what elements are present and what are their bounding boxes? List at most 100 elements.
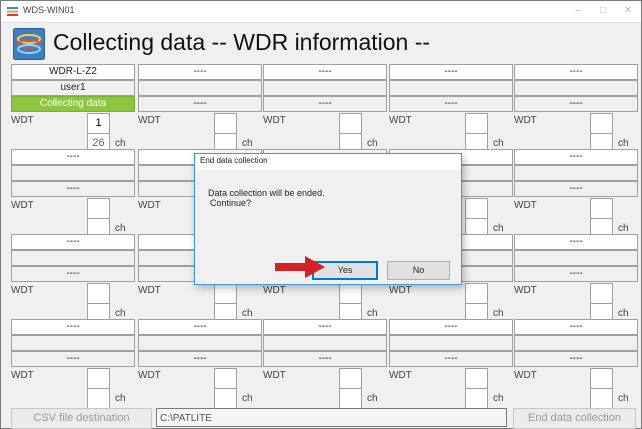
minimize-button[interactable]: – [570, 4, 586, 18]
ch-label: ch [618, 393, 629, 404]
wdr-cell: ---- ---- WDT ch [11, 149, 135, 239]
ch-label: ch [367, 138, 378, 149]
ch-label: ch [367, 308, 378, 319]
ch-label: ch [493, 308, 504, 319]
status-badge: ---- [389, 351, 513, 367]
wdt-number-field [339, 368, 362, 389]
wdt-label: WDT [514, 200, 537, 211]
red-arrow-icon [275, 256, 325, 278]
ch-label: ch [242, 393, 253, 404]
channel-field [339, 388, 362, 409]
dialog-message-line1: Data collection will be ended. [208, 188, 325, 198]
wdt-label: WDT [389, 285, 412, 296]
status-badge: ---- [11, 266, 135, 282]
wdt-label: WDT [11, 200, 34, 211]
device-name-field: ---- [389, 319, 513, 335]
user-name-field [514, 80, 638, 96]
wdt-number-field [339, 113, 362, 134]
wdt-label: WDT [389, 115, 412, 126]
user-name-field [514, 335, 638, 351]
status-badge: ---- [514, 96, 638, 112]
csv-file-destination-button[interactable]: CSV file destination [11, 408, 152, 429]
wdt-number-field [465, 283, 488, 304]
wdt-label: WDT [138, 115, 161, 126]
device-name-field: ---- [514, 64, 638, 80]
status-badge: ---- [138, 96, 262, 112]
ch-label: ch [618, 223, 629, 234]
user-name-field: user1 [11, 80, 135, 96]
page-title: Collecting data -- WDR information -- [53, 29, 431, 55]
device-name-field: ---- [138, 319, 262, 335]
wdr-cell: ---- ---- WDT ch [263, 64, 387, 154]
wdt-label: WDT [138, 200, 161, 211]
wdt-label: WDT [11, 370, 34, 381]
wdr-cell: ---- ---- WDT ch [389, 64, 513, 154]
wdr-cell: ---- ---- WDT ch [138, 64, 262, 154]
user-name-field [389, 335, 513, 351]
user-name-field [263, 80, 387, 96]
ch-label: ch [493, 138, 504, 149]
status-badge: ---- [514, 266, 638, 282]
wdt-label: WDT [11, 115, 34, 126]
user-name-field [514, 165, 638, 181]
status-badge: ---- [263, 96, 387, 112]
wdr-cell: ---- ---- WDT ch [389, 319, 513, 409]
wdt-number-field [465, 368, 488, 389]
wdt-label: WDT [138, 370, 161, 381]
maximize-button[interactable]: □ [595, 4, 611, 18]
app-icon [7, 7, 18, 16]
status-badge: ---- [389, 96, 513, 112]
ch-label: ch [242, 308, 253, 319]
channel-field [590, 388, 613, 409]
device-name-field: ---- [389, 64, 513, 80]
wdr-cell: ---- ---- WDT ch [11, 234, 135, 324]
close-button[interactable]: ✕ [620, 4, 636, 18]
end-data-collection-button[interactable]: End data collection [513, 408, 636, 429]
wdt-number-field [590, 198, 613, 219]
window-title: WDS-WIN01 [23, 5, 75, 15]
wdt-label: WDT [11, 285, 34, 296]
user-name-field [138, 335, 262, 351]
wdt-label: WDT [263, 115, 286, 126]
channel-field [465, 388, 488, 409]
ch-label: ch [493, 223, 504, 234]
no-button[interactable]: No [387, 261, 450, 280]
wdt-number-field [214, 113, 237, 134]
dialog-message: Data collection will be ended. Continue? [208, 188, 325, 208]
status-badge: ---- [514, 181, 638, 197]
status-badge: ---- [11, 181, 135, 197]
wdr-cell: ---- ---- WDT ch [514, 64, 638, 154]
wdr-cell: ---- ---- WDT ch [11, 319, 135, 409]
dialog-title: End data collection [200, 156, 268, 165]
ch-label: ch [367, 393, 378, 404]
device-name-field: ---- [263, 64, 387, 80]
ch-label: ch [618, 308, 629, 319]
wdt-label: WDT [263, 285, 286, 296]
device-name-field: ---- [514, 149, 638, 165]
wdt-number-field [214, 368, 237, 389]
csv-path-field[interactable]: C:\PATLITE [156, 408, 507, 427]
wdr-network-icon [13, 28, 45, 60]
wdr-cell: ---- ---- WDT ch [514, 149, 638, 239]
device-name-field: ---- [263, 319, 387, 335]
ch-label: ch [115, 138, 126, 149]
wdr-cell: ---- ---- WDT ch [263, 319, 387, 409]
wdt-number-field [465, 113, 488, 134]
channel-field [214, 388, 237, 409]
wdt-label: WDT [138, 285, 161, 296]
ch-label: ch [493, 393, 504, 404]
wdr-cell: WDR-L-Z2 user1 Collecting data WDT 1 26 ch [11, 64, 135, 154]
device-name-field: ---- [11, 234, 135, 250]
ch-label: ch [618, 138, 629, 149]
status-badge: ---- [514, 351, 638, 367]
end-data-collection-dialog: End data collection Data collection will… [194, 153, 462, 285]
user-name-field [263, 335, 387, 351]
user-name-field [514, 250, 638, 266]
wdt-label: WDT [514, 115, 537, 126]
app-window: WDS-WIN01 – □ ✕ Collecting data -- WDR i… [0, 0, 642, 429]
device-name-field: ---- [11, 319, 135, 335]
wdt-number-field [87, 283, 110, 304]
status-badge: ---- [11, 351, 135, 367]
device-name-field: ---- [514, 319, 638, 335]
wdt-number-field [214, 283, 237, 304]
